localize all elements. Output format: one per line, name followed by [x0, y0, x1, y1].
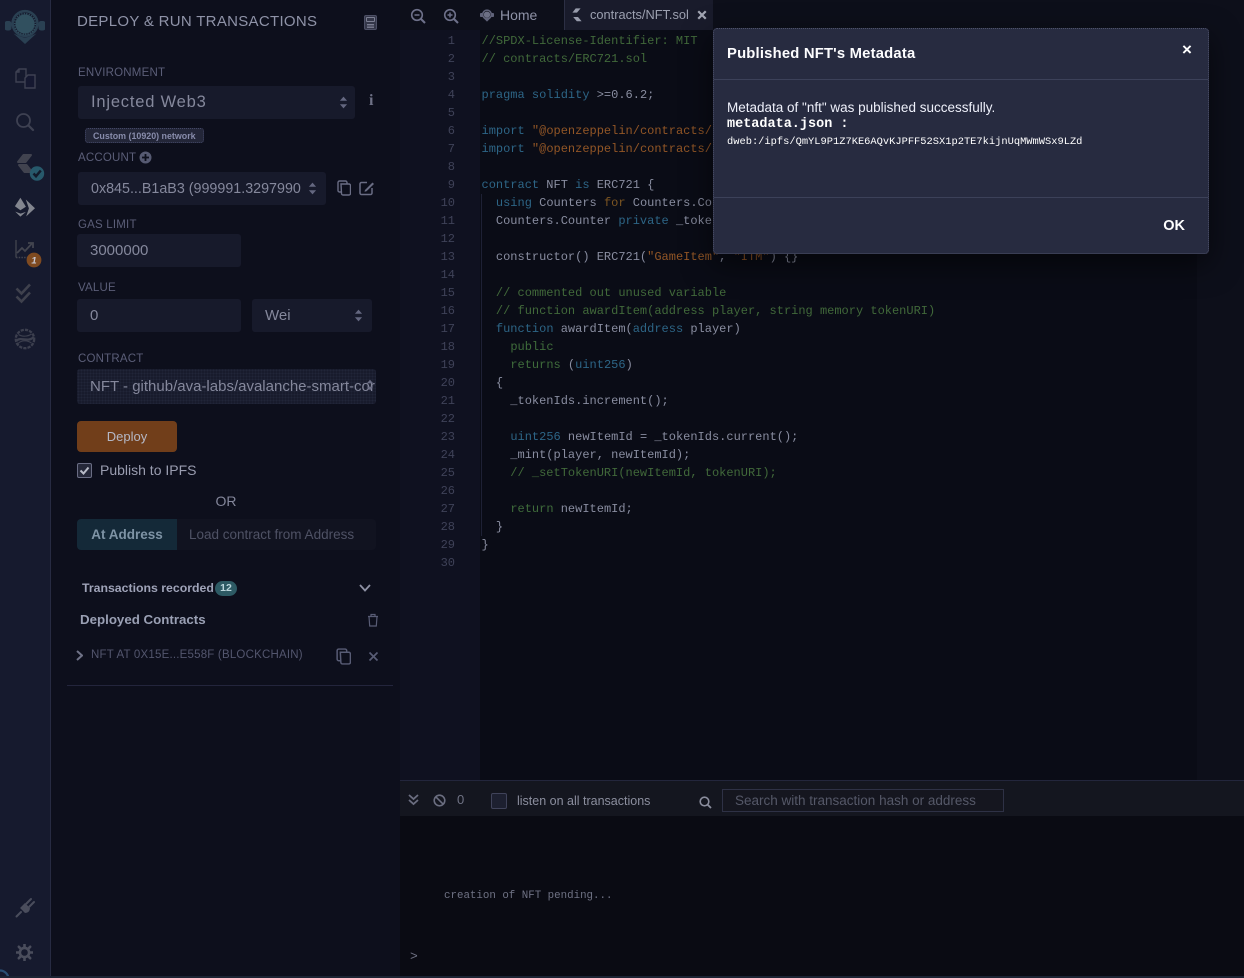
- svg-text:1: 1: [31, 255, 36, 266]
